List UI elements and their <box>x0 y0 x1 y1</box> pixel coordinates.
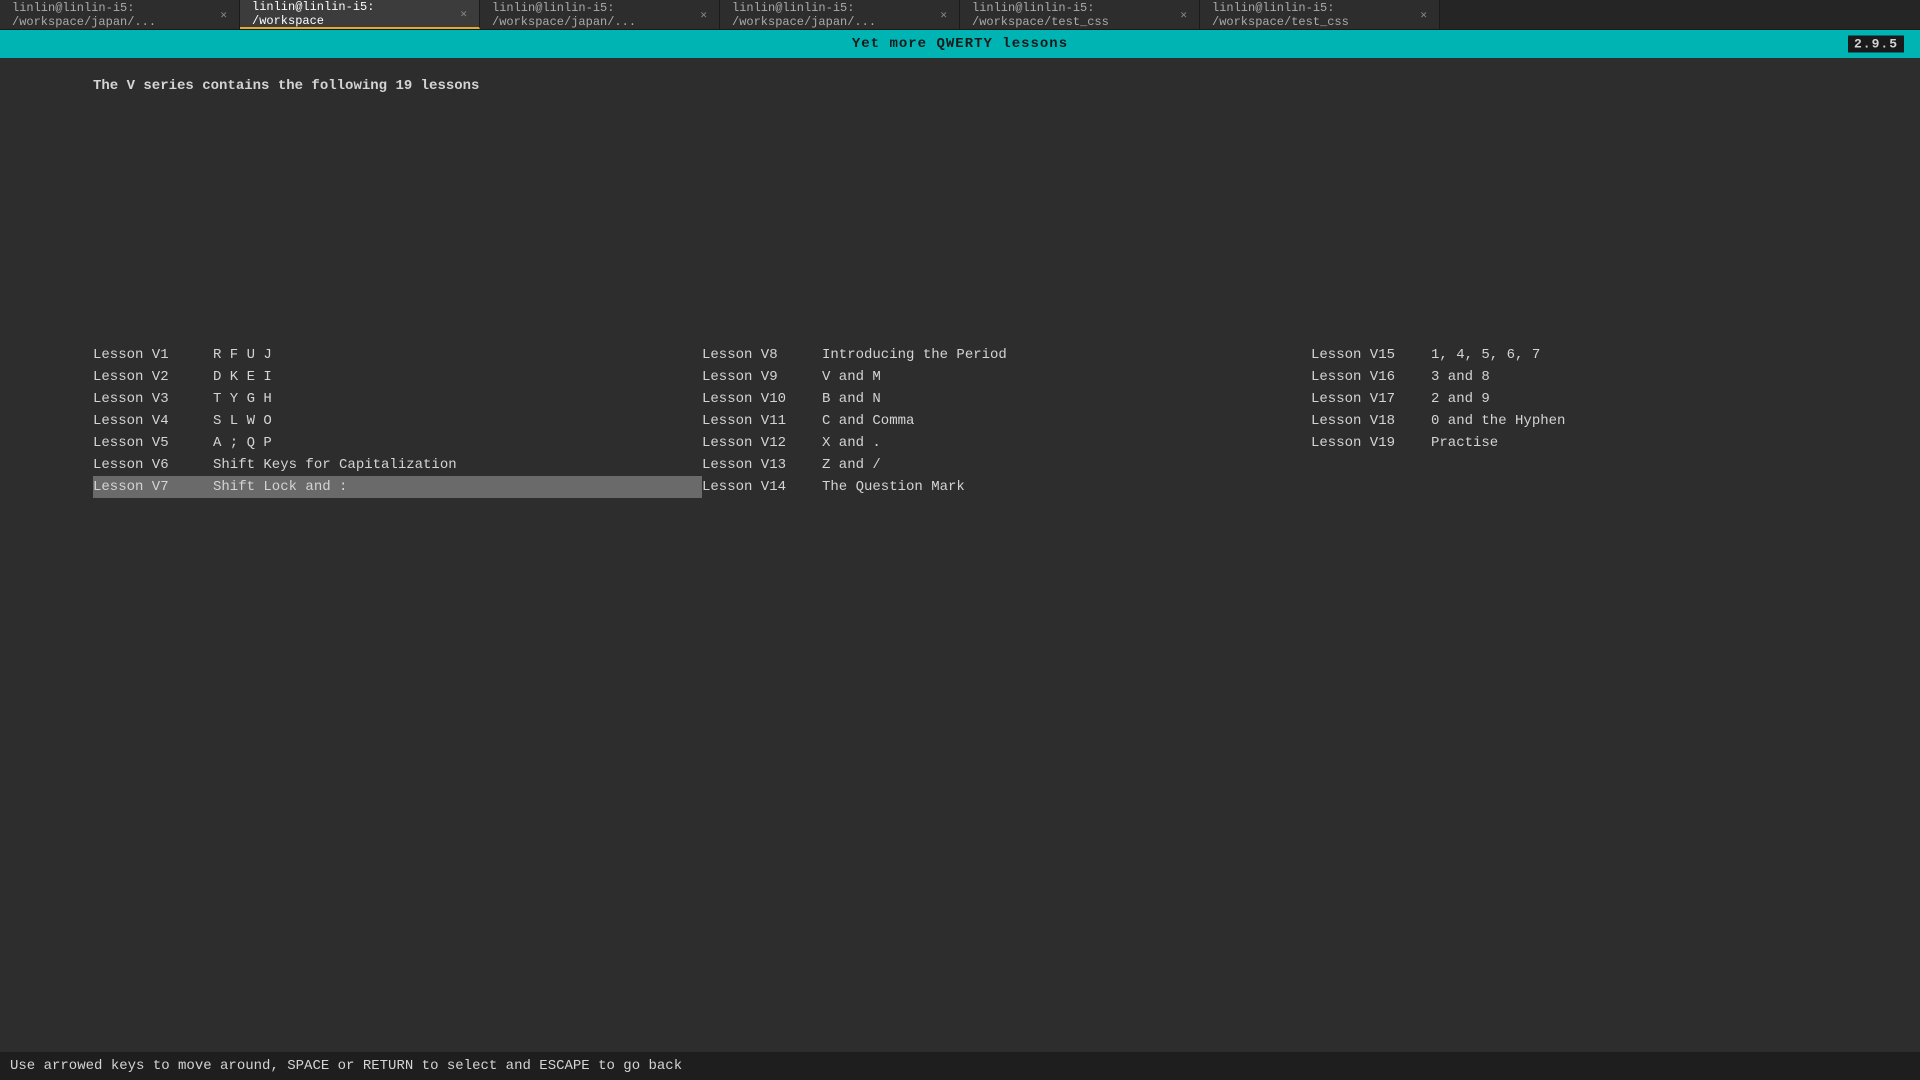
lesson-v9[interactable]: Lesson V9 V and M <box>702 366 1311 388</box>
lesson-v15-id: Lesson V15 <box>1311 347 1431 363</box>
lesson-v8-title: Introducing the Period <box>822 347 1007 363</box>
lesson-v13-title: Z and / <box>822 457 881 473</box>
tab-2-label: linlin@linlin-i5: /workspace <box>252 0 452 28</box>
lesson-v13-id: Lesson V13 <box>702 457 822 473</box>
tab-3[interactable]: linlin@linlin-i5: /workspace/japan/... ✕ <box>480 0 720 29</box>
tab-6-label: linlin@linlin-i5: /workspace/test_css <box>1212 1 1412 29</box>
tab-1-close[interactable]: ✕ <box>220 8 227 22</box>
lesson-v5[interactable]: Lesson V5 A ; Q P <box>93 432 702 454</box>
tab-4-label: linlin@linlin-i5: /workspace/japan/... <box>732 1 932 29</box>
lesson-v14[interactable]: Lesson V14 The Question Mark <box>702 476 1311 498</box>
tab-1[interactable]: linlin@linlin-i5: /workspace/japan/... ✕ <box>0 0 240 29</box>
lesson-v16-title: 3 and 8 <box>1431 369 1490 385</box>
main-content: The V series contains the following 19 l… <box>0 58 1920 1042</box>
lesson-v7[interactable]: Lesson V7 Shift Lock and : <box>93 476 702 498</box>
title-bar-text: Yet more QWERTY lessons <box>852 36 1068 52</box>
lesson-v11-id: Lesson V11 <box>702 413 822 429</box>
lesson-v12[interactable]: Lesson V12 X and . <box>702 432 1311 454</box>
lesson-v14-title: The Question Mark <box>822 479 965 495</box>
lesson-v17-title: 2 and 9 <box>1431 391 1490 407</box>
lesson-v2[interactable]: Lesson V2 D K E I <box>93 366 702 388</box>
lesson-v19-id: Lesson V19 <box>1311 435 1431 451</box>
lesson-v4-title: S L W O <box>213 413 272 429</box>
lesson-v18[interactable]: Lesson V18 0 and the Hyphen <box>1311 410 1920 432</box>
tab-5[interactable]: linlin@linlin-i5: /workspace/test_css ✕ <box>960 0 1200 29</box>
tab-6-close[interactable]: ✕ <box>1420 8 1427 22</box>
lesson-v2-title: D K E I <box>213 369 272 385</box>
lessons-column-1: Lesson V1 R F U J Lesson V2 D K E I Less… <box>93 344 702 498</box>
lesson-v14-id: Lesson V14 <box>702 479 822 495</box>
lesson-v12-id: Lesson V12 <box>702 435 822 451</box>
status-bar: Use arrowed keys to move around, SPACE o… <box>0 1052 1920 1080</box>
lesson-v19-title: Practise <box>1431 435 1498 451</box>
lesson-v2-id: Lesson V2 <box>93 369 213 385</box>
tab-4-close[interactable]: ✕ <box>940 8 947 22</box>
tab-6[interactable]: linlin@linlin-i5: /workspace/test_css ✕ <box>1200 0 1440 29</box>
lesson-v12-title: X and . <box>822 435 881 451</box>
lesson-v4[interactable]: Lesson V4 S L W O <box>93 410 702 432</box>
lesson-v7-title: Shift Lock and : <box>213 479 347 495</box>
tab-3-close[interactable]: ✕ <box>700 8 707 22</box>
tab-5-label: linlin@linlin-i5: /workspace/test_css <box>972 1 1172 29</box>
tab-bar: linlin@linlin-i5: /workspace/japan/... ✕… <box>0 0 1920 30</box>
lesson-v15-title: 1, 4, 5, 6, 7 <box>1431 347 1540 363</box>
lesson-v1[interactable]: Lesson V1 R F U J <box>93 344 702 366</box>
lesson-v4-id: Lesson V4 <box>93 413 213 429</box>
lesson-v18-id: Lesson V18 <box>1311 413 1431 429</box>
lesson-v15[interactable]: Lesson V15 1, 4, 5, 6, 7 <box>1311 344 1920 366</box>
lesson-v10[interactable]: Lesson V10 B and N <box>702 388 1311 410</box>
title-bar: Yet more QWERTY lessons 2.9.5 <box>0 30 1920 58</box>
lesson-v16-id: Lesson V16 <box>1311 369 1431 385</box>
lesson-v19[interactable]: Lesson V19 Practise <box>1311 432 1920 454</box>
lesson-v9-title: V and M <box>822 369 881 385</box>
tab-1-label: linlin@linlin-i5: /workspace/japan/... <box>12 1 212 29</box>
tab-2-close[interactable]: ✕ <box>460 7 467 21</box>
lesson-v3-id: Lesson V3 <box>93 391 213 407</box>
lesson-v5-id: Lesson V5 <box>93 435 213 451</box>
lesson-v11-title: C and Comma <box>822 413 914 429</box>
lesson-v10-id: Lesson V10 <box>702 391 822 407</box>
lesson-v11[interactable]: Lesson V11 C and Comma <box>702 410 1311 432</box>
lesson-v1-title: R F U J <box>213 347 272 363</box>
lesson-v10-title: B and N <box>822 391 881 407</box>
lesson-v17-id: Lesson V17 <box>1311 391 1431 407</box>
lessons-column-2: Lesson V8 Introducing the Period Lesson … <box>702 344 1311 498</box>
version-badge: 2.9.5 <box>1848 36 1904 53</box>
page-title: The V series contains the following 19 l… <box>93 78 1920 94</box>
lesson-v3-title: T Y G H <box>213 391 272 407</box>
tab-3-label: linlin@linlin-i5: /workspace/japan/... <box>492 1 692 29</box>
lesson-v8-id: Lesson V8 <box>702 347 822 363</box>
lesson-v9-id: Lesson V9 <box>702 369 822 385</box>
lesson-v1-id: Lesson V1 <box>93 347 213 363</box>
lesson-v18-title: 0 and the Hyphen <box>1431 413 1565 429</box>
lesson-v16[interactable]: Lesson V16 3 and 8 <box>1311 366 1920 388</box>
lesson-v5-title: A ; Q P <box>213 435 272 451</box>
lessons-grid: Lesson V1 R F U J Lesson V2 D K E I Less… <box>93 344 1920 498</box>
tab-4[interactable]: linlin@linlin-i5: /workspace/japan/... ✕ <box>720 0 960 29</box>
lesson-v6-title: Shift Keys for Capitalization <box>213 457 457 473</box>
lesson-v13[interactable]: Lesson V13 Z and / <box>702 454 1311 476</box>
lesson-v17[interactable]: Lesson V17 2 and 9 <box>1311 388 1920 410</box>
lesson-v8[interactable]: Lesson V8 Introducing the Period <box>702 344 1311 366</box>
lesson-v3[interactable]: Lesson V3 T Y G H <box>93 388 702 410</box>
tab-2[interactable]: linlin@linlin-i5: /workspace ✕ <box>240 0 480 29</box>
lesson-v7-id: Lesson V7 <box>93 479 213 495</box>
tab-5-close[interactable]: ✕ <box>1180 8 1187 22</box>
lessons-column-3: Lesson V15 1, 4, 5, 6, 7 Lesson V16 3 an… <box>1311 344 1920 498</box>
lesson-v6[interactable]: Lesson V6 Shift Keys for Capitalization <box>93 454 702 476</box>
lesson-v6-id: Lesson V6 <box>93 457 213 473</box>
status-bar-text: Use arrowed keys to move around, SPACE o… <box>10 1058 682 1074</box>
